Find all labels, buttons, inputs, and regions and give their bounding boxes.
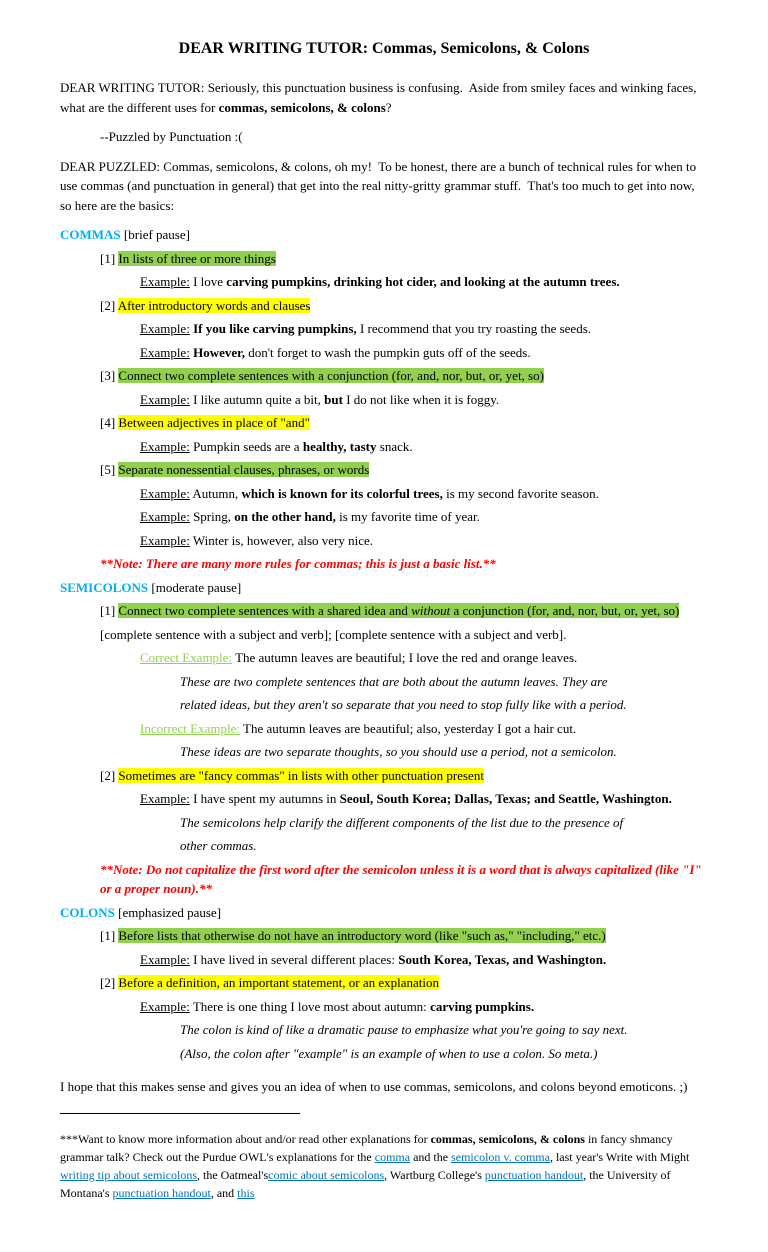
comma-5-example1: Example: Autumn, which is known for its …: [140, 484, 708, 504]
semi-2-detail2: other commas.: [180, 836, 708, 856]
comma-3-example: Example: I like autumn quite a bit, but …: [140, 390, 708, 410]
semi-1-incorrect-detail: These ideas are two separate thoughts, s…: [180, 742, 708, 762]
page-title: DEAR WRITING TUTOR: Commas, Semicolons, …: [60, 40, 708, 58]
semi-item-1: [1] Connect two complete sentences with …: [100, 601, 708, 621]
intro-para1: DEAR WRITING TUTOR: Seriously, this punc…: [60, 78, 708, 117]
commas-header: COMMAS [brief pause]: [60, 225, 708, 245]
colon-1-example: Example: I have lived in several differe…: [140, 950, 708, 970]
colon-2-rule: Before a definition, an important statem…: [118, 975, 439, 990]
comma-2-num: [2]: [100, 298, 118, 313]
semi-item-2: [2] Sometimes are "fancy commas" in list…: [100, 766, 708, 786]
colon-item-1: [1] Before lists that otherwise do not h…: [100, 926, 708, 946]
comic-link[interactable]: comic about semicolons: [268, 1168, 384, 1182]
semi-2-detail1: The semicolons help clarify the differen…: [180, 813, 708, 833]
semi-1-correct-detail1: These are two complete sentences that ar…: [180, 672, 708, 692]
closing-para: I hope that this makes sense and gives y…: [60, 1077, 708, 1097]
intro-section: DEAR WRITING TUTOR: Seriously, this punc…: [60, 78, 708, 215]
comma-1-ex-label: Example:: [140, 274, 190, 289]
colon-2-example: Example: There is one thing I love most …: [140, 997, 708, 1017]
colon-item-2: [2] Before a definition, an important st…: [100, 973, 708, 993]
colons-pause: [emphasized pause]: [118, 905, 221, 920]
semicolons-section: SEMICOLONS [moderate pause] [1] Connect …: [60, 578, 708, 899]
comma-1-num: [1]: [100, 251, 118, 266]
comma-5-rule: Separate nonessential clauses, phrases, …: [118, 462, 369, 477]
semicolons-header: SEMICOLONS [moderate pause]: [60, 578, 708, 598]
semi-1-structure: [complete sentence with a subject and ve…: [100, 625, 708, 645]
semicolons-note: **Note: Do not capitalize the first word…: [100, 860, 708, 899]
semi-1-correct-detail2: related ideas, but they aren't so separa…: [180, 695, 708, 715]
comma-2-rule: After introductory words and clauses: [118, 298, 311, 313]
commas-section: COMMAS [brief pause] [1] In lists of thr…: [60, 225, 708, 574]
colons-label: COLONS: [60, 905, 115, 920]
wartburg-link[interactable]: punctuation handout: [485, 1168, 583, 1182]
comma-item-2: [2] After introductory words and clauses: [100, 296, 708, 316]
writing-tip-link[interactable]: writing tip about semicolons: [60, 1168, 197, 1182]
colons-header: COLONS [emphasized pause]: [60, 903, 708, 923]
colon-2-detail1: The colon is kind of like a dramatic pau…: [180, 1020, 708, 1040]
commas-pause: [brief pause]: [124, 227, 190, 242]
semicolons-pause: [moderate pause]: [151, 580, 241, 595]
intro-para3: DEAR PUZZLED: Commas, semicolons, & colo…: [60, 157, 708, 216]
closing-section: I hope that this makes sense and gives y…: [60, 1077, 708, 1202]
comma-2-example1: Example: If you like carving pumpkins, I…: [140, 319, 708, 339]
comma-5-example3: Example: Winter is, however, also very n…: [140, 531, 708, 551]
semi-1-rule: Connect two complete sentences with a sh…: [118, 603, 679, 618]
commas-note: **Note: There are many more rules for co…: [100, 554, 708, 574]
comma-item-3: [3] Connect two complete sentences with …: [100, 366, 708, 386]
comma-3-rule: Connect two complete sentences with a co…: [118, 368, 544, 383]
comma-1-rule: In lists of three or more things: [118, 251, 275, 266]
footer-text: ***Want to know more information about a…: [60, 1130, 708, 1202]
comma-link[interactable]: comma: [375, 1150, 410, 1164]
semicolons-label: SEMICOLONS: [60, 580, 148, 595]
commas-label: COMMAS: [60, 227, 121, 242]
this-link[interactable]: this: [237, 1186, 254, 1200]
montana-link[interactable]: punctuation handout: [113, 1186, 211, 1200]
divider: [60, 1113, 300, 1114]
semi-2-rule: Sometimes are "fancy commas" in lists wi…: [118, 768, 484, 783]
comma-4-example: Example: Pumpkin seeds are a healthy, ta…: [140, 437, 708, 457]
colons-section: COLONS [emphasized pause] [1] Before lis…: [60, 903, 708, 1064]
semi-1-incorrect: Incorrect Example: The autumn leaves are…: [140, 719, 708, 739]
colon-1-rule: Before lists that otherwise do not have …: [118, 928, 605, 943]
semi-1-correct: Correct Example: The autumn leaves are b…: [140, 648, 708, 668]
comma-2-example2: Example: However, don't forget to wash t…: [140, 343, 708, 363]
comma-item-5: [5] Separate nonessential clauses, phras…: [100, 460, 708, 480]
comma-item-1: [1] In lists of three or more things: [100, 249, 708, 269]
colon-2-detail2: (Also, the colon after "example" is an e…: [180, 1044, 708, 1064]
comma-item-4: [4] Between adjectives in place of "and": [100, 413, 708, 433]
comma-5-example2: Example: Spring, on the other hand, is m…: [140, 507, 708, 527]
semi-2-example: Example: I have spent my autumns in Seou…: [140, 789, 708, 809]
comma-4-rule: Between adjectives in place of "and": [118, 415, 309, 430]
comma-1-example: Example: I love carving pumpkins, drinki…: [140, 272, 708, 292]
semicolon-link[interactable]: semicolon v. comma: [451, 1150, 550, 1164]
intro-puzzled: --Puzzled by Punctuation :(: [100, 127, 708, 147]
